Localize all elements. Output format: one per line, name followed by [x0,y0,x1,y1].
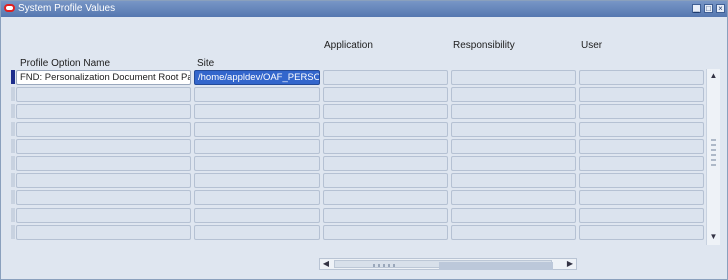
window-title: System Profile Values [18,3,116,14]
horizontal-scrollbar[interactable]: ◀ ▶ [319,258,577,270]
row-selector[interactable] [11,87,15,101]
scroll-grip [378,264,380,267]
maximize-icon[interactable]: □ [704,4,713,13]
user-cell[interactable] [579,122,704,137]
vertical-scrollbar[interactable]: ▲ ▼ [706,69,720,245]
user-cell[interactable] [579,87,704,102]
scroll-grip [711,139,716,141]
responsibility-cell[interactable] [451,122,576,137]
row-selector[interactable] [11,190,15,204]
profile-option-name-cell[interactable] [16,104,191,119]
scroll-grip [373,264,375,267]
responsibility-cell[interactable] [451,87,576,102]
site-cell-text: /home/appldev/OAF_PERSO [198,72,320,83]
row-selector[interactable] [11,122,15,136]
site-cell[interactable]: /home/appldev/OAF_PERSO [194,70,320,85]
application-cell[interactable] [323,139,448,154]
responsibility-cell[interactable] [451,190,576,205]
close-icon[interactable]: × [716,4,725,13]
minimize-icon[interactable]: ▁ [692,4,701,13]
row-selector[interactable] [11,208,15,222]
user-cell[interactable] [579,104,704,119]
site-cell[interactable] [194,173,320,188]
profile-option-name-cell[interactable] [16,87,191,102]
title-bar[interactable]: System Profile Values ▁ □ × [1,1,727,17]
scroll-grip [711,164,716,166]
profile-option-name-cell[interactable] [16,225,191,240]
user-cell[interactable] [579,70,704,85]
row-selector[interactable] [11,104,15,118]
column-header-application: Application [324,40,373,51]
site-cell[interactable] [194,225,320,240]
profile-option-name-cell[interactable] [16,190,191,205]
profile-option-name-cell[interactable] [16,122,191,137]
profile-option-name-cell[interactable] [16,139,191,154]
oracle-logo-icon [4,4,15,12]
system-profile-values-window: System Profile Values ▁ □ × Profile Opti… [0,0,728,280]
scroll-grip [711,144,716,146]
responsibility-cell[interactable] [451,173,576,188]
row-selector[interactable] [11,139,15,153]
application-cell[interactable] [323,156,448,171]
scroll-grip [388,264,390,267]
profile-option-name-cell[interactable]: FND: Personalization Document Root Pa [16,70,191,85]
application-cell[interactable] [323,190,448,205]
profile-option-name-cell-text: FND: Personalization Document Root Pa [20,72,191,83]
responsibility-cell[interactable] [451,70,576,85]
responsibility-cell[interactable] [451,139,576,154]
user-cell[interactable] [579,225,704,240]
site-cell[interactable] [194,122,320,137]
profile-option-name-cell[interactable] [16,156,191,171]
responsibility-cell[interactable] [451,156,576,171]
scroll-down-icon[interactable]: ▼ [709,233,718,241]
scroll-grip [711,154,716,156]
site-cell[interactable] [194,190,320,205]
site-cell[interactable] [194,156,320,171]
application-cell[interactable] [323,104,448,119]
responsibility-cell[interactable] [451,208,576,223]
site-cell[interactable] [194,139,320,154]
application-cell[interactable] [323,70,448,85]
user-cell[interactable] [579,208,704,223]
column-header-user: User [581,40,603,51]
scroll-left-icon[interactable]: ◀ [321,259,331,269]
horizontal-scroll-thumb[interactable] [439,262,553,270]
site-cell[interactable] [194,87,320,102]
application-cell[interactable] [323,208,448,223]
application-cell[interactable] [323,122,448,137]
site-cell[interactable] [194,208,320,223]
scroll-up-icon[interactable]: ▲ [709,72,718,80]
row-selector[interactable] [11,156,15,170]
application-cell[interactable] [323,173,448,188]
scroll-grip [383,264,385,267]
responsibility-cell[interactable] [451,104,576,119]
scroll-grip [711,149,716,151]
user-cell[interactable] [579,190,704,205]
responsibility-cell[interactable] [451,225,576,240]
row-selector[interactable] [11,173,15,187]
user-cell[interactable] [579,173,704,188]
user-cell[interactable] [579,156,704,171]
user-cell[interactable] [579,139,704,154]
column-header-responsibility: Responsibility [453,40,515,51]
application-cell[interactable] [323,225,448,240]
scroll-right-icon[interactable]: ▶ [565,259,575,269]
scroll-grip [393,264,395,267]
row-selector[interactable] [11,225,15,239]
column-header-profile-option-name: Profile Option Name [20,58,111,69]
column-header-site: Site [197,58,215,69]
profile-option-name-cell[interactable] [16,173,191,188]
profile-option-name-cell[interactable] [16,208,191,223]
scroll-grip [711,159,716,161]
row-selector[interactable] [11,70,15,84]
site-cell[interactable] [194,104,320,119]
horizontal-scroll-track[interactable] [334,260,553,270]
application-cell[interactable] [323,87,448,102]
